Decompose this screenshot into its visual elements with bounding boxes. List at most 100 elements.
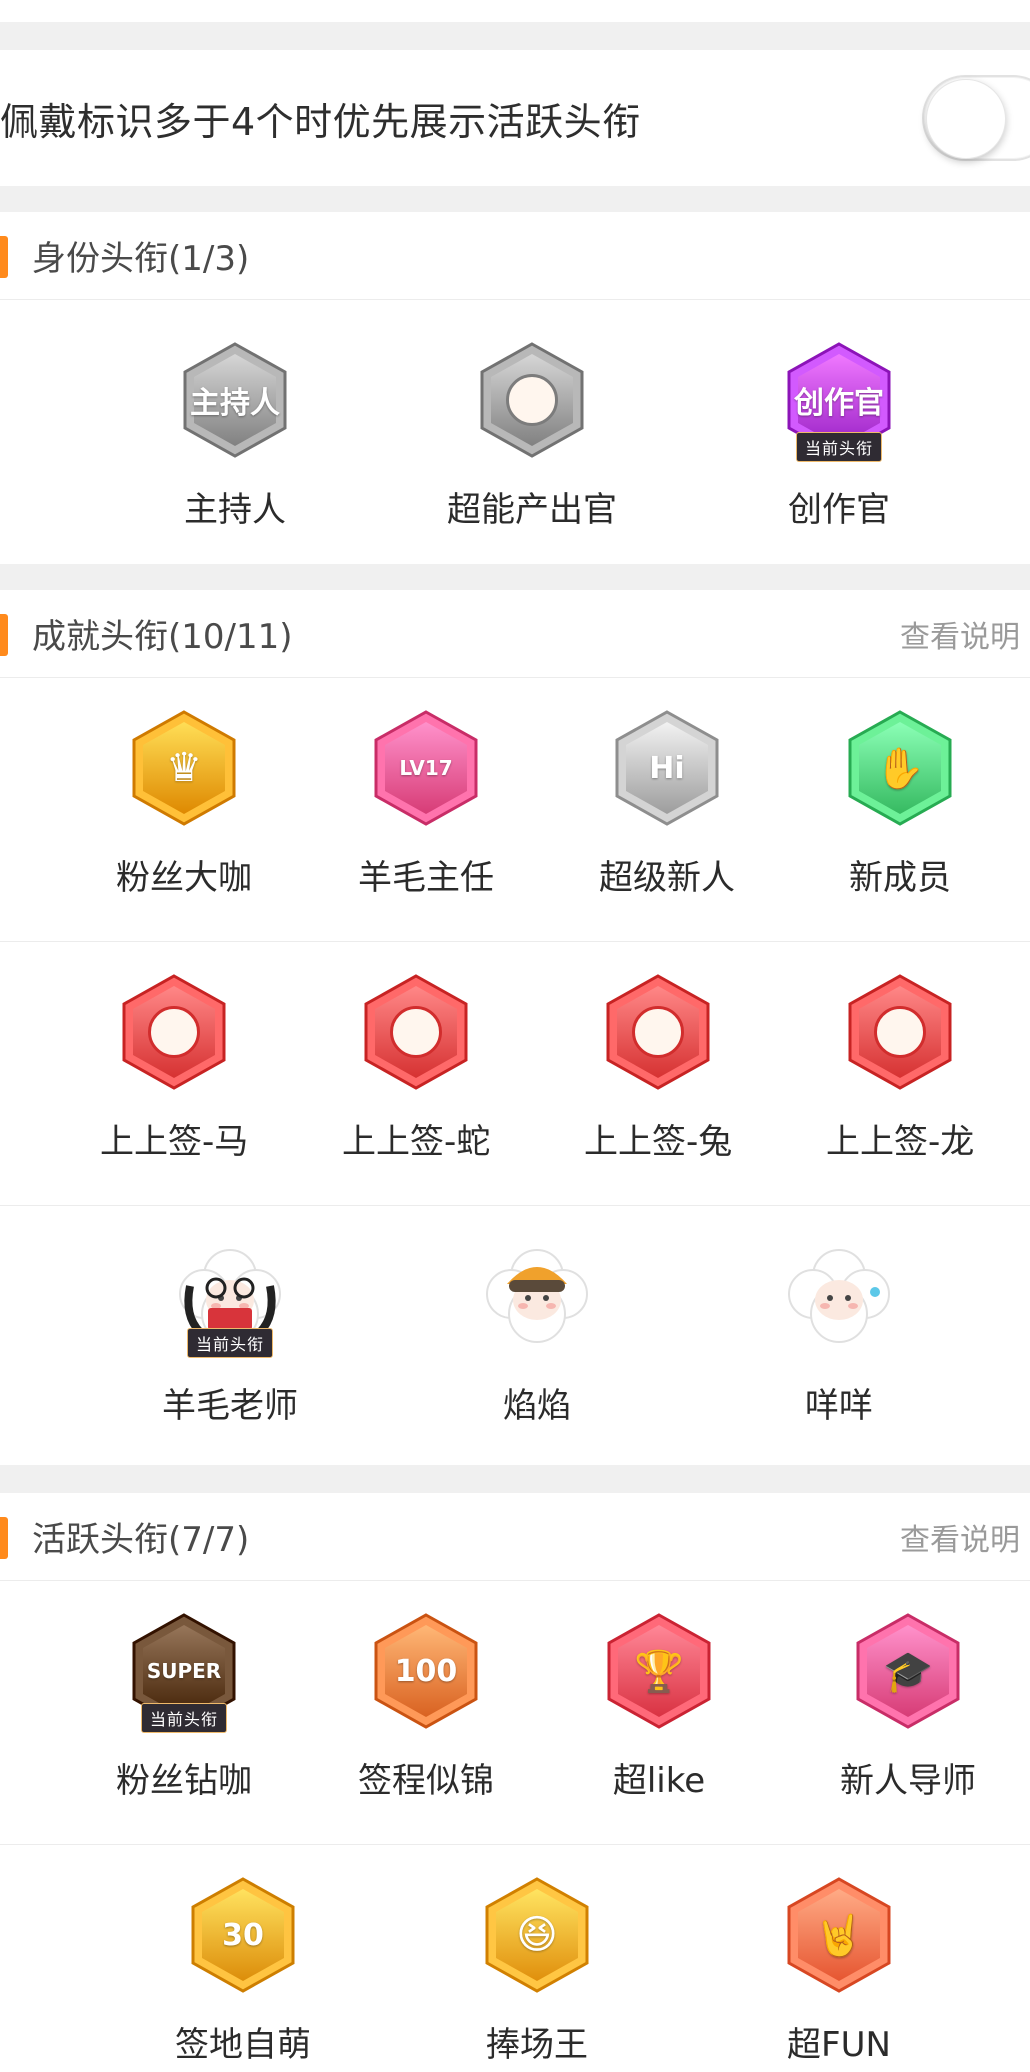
achievement-row-2: 上上签-马 上上签-蛇 上上签-兔 上上签-龙 [0,942,1030,1206]
avatar-illustration [486,1249,588,1343]
badge-item[interactable]: 🏆 超like [599,1611,719,1802]
badge-glyph: 😆 [516,1912,558,1958]
level-badge-icon: LV17 [366,708,486,828]
badge-item[interactable]: LV17 羊毛主任 [358,708,494,899]
badge-name: 羊毛老师 [162,1386,298,1426]
badge-item[interactable]: 主持人 主持人 [175,340,295,531]
identity-row: 主持人 主持人 超能产出官 创作官 当前头衔 创作官 [0,300,1030,564]
priority-toggle-switch[interactable] [922,75,1030,161]
badge-name: 上上签-龙 [826,1122,975,1162]
badge-item[interactable]: 🤘 超FUN [779,1875,899,2066]
mascot-badge-icon [472,340,592,460]
badge-item[interactable]: 100 签程似锦 [358,1611,494,1802]
badge-glyph [472,340,592,460]
badge-glyph: 30 [222,1917,264,1953]
badge-glyph: 🤘 [814,1912,864,1959]
current-title-tag: 当前头衔 [186,1328,274,1358]
badge-glyph: Hi [649,750,685,786]
cheer-badge-icon: 😆 [477,1875,597,1995]
crown-badge-icon: ♛ [124,708,244,828]
avatar-illustration [788,1249,890,1343]
graduation-cap-badge-icon: 🎓 [848,1611,968,1731]
identity-section: 身份头衔(1/3) 主持人 主持人 超能产出官 创作官 当前头衔 创作官 [0,212,1030,564]
badge-name: 超like [612,1761,706,1801]
badge-item[interactable]: 🎓 新人导师 [840,1611,976,1802]
active-section: 活跃头衔(7/7) 查看说明 SUPER 当前头衔 粉丝钻咖 100 签程似锦 🏆… [0,1493,1030,2072]
achievement-help-link[interactable]: 查看说明 [900,612,1030,656]
achievement-row-3: 当前头衔 羊毛老师 焰焰 咩咩 [0,1206,1030,1464]
rabbit-badge-icon [598,972,718,1092]
badge-name: 新人导师 [840,1761,976,1801]
top-strip [0,0,1030,22]
badge-item[interactable]: 焰焰 [477,1236,597,1427]
badge-name: 签地自萌 [175,2025,311,2065]
badge-name: 上上签-兔 [584,1122,733,1162]
badge-name: 焰焰 [503,1386,571,1426]
badge-glyph: 🎓 [883,1648,933,1695]
active-section-header: 活跃头衔(7/7) 查看说明 [0,1493,1030,1581]
sheep-helmet-avatar-icon [477,1236,597,1356]
achievement-section-header: 成就头衔(10/11) 查看说明 [0,590,1030,678]
badge-item[interactable]: 上上签-马 [100,972,248,1163]
badge-name: 上上签-马 [100,1122,249,1162]
section-accent-bar [0,1517,8,1559]
badge-glyph [598,972,718,1092]
active-row-2: 30 签地自萌 😆 捧场王 🤘 超FUN [0,1845,1030,2071]
badge-item[interactable]: 超能产出官 [447,340,617,531]
rock-hand-badge-icon: 🤘 [779,1875,899,1995]
badge-item[interactable]: 咩咩 [779,1236,899,1427]
badge-glyph: LV17 [399,756,453,780]
badge-item[interactable]: Hi 超级新人 [599,708,735,899]
snake-badge-icon [356,972,476,1092]
badge-item[interactable]: 当前头衔 羊毛老师 [162,1236,298,1427]
badge-item[interactable]: ✋ 新成员 [840,708,960,899]
badge-glyph [356,972,476,1092]
badge-item[interactable]: ♛ 粉丝大咖 [116,708,252,899]
badge-name: 粉丝大咖 [116,858,252,898]
current-title-tag: 当前头衔 [795,432,883,462]
badge-glyph: 主持人 [190,386,280,421]
badge-name: 新成员 [849,858,951,898]
badge-glyph [840,972,960,1092]
badge-name: 粉丝钻咖 [116,1761,252,1801]
achievement-section: 成就头衔(10/11) 查看说明 ♛ 粉丝大咖 LV17 羊毛主任 Hi 超级新… [0,590,1030,1465]
section-accent-bar [0,614,8,656]
horse-badge-icon [114,972,234,1092]
badge-glyph [114,972,234,1092]
badge-item[interactable]: 上上签-兔 [584,972,732,1163]
badge-item[interactable]: 创作官 当前头衔 创作官 [779,340,899,531]
badge-name: 超FUN [787,2025,891,2065]
badge-name: 签程似锦 [358,1761,494,1801]
current-title-tag: 当前头衔 [140,1703,228,1733]
badge-glyph: ♛ [166,745,202,791]
badge-item[interactable]: SUPER 当前头衔 粉丝钻咖 [116,1611,252,1802]
active-section-title: 活跃头衔(7/7) [32,1520,250,1560]
badge-item[interactable]: 上上签-龙 [826,972,974,1163]
identity-section-title: 身份头衔(1/3) [32,239,250,279]
badge-glyph: ✋ [875,745,925,792]
toggle-knob [926,79,1006,159]
priority-toggle-label: 佩戴标识多于4个时优先展示活跃头衔 [0,99,641,144]
identity-section-header: 身份头衔(1/3) [0,212,1030,300]
super-badge-icon: SUPER 当前头衔 [124,1611,244,1733]
dragon-badge-icon [840,972,960,1092]
days-100-badge-icon: 100 [366,1611,486,1731]
priority-toggle-row: 佩戴标识多于4个时优先展示活跃头衔 [0,50,1030,186]
days-30-badge-icon: 30 [183,1875,303,1995]
hi-badge-icon: Hi [607,708,727,828]
achievement-row-1: ♛ 粉丝大咖 LV17 羊毛主任 Hi 超级新人 ✋ 新成员 [0,678,1030,942]
badge-glyph: 🏆 [634,1648,684,1695]
badge-item[interactable]: 上上签-蛇 [342,972,490,1163]
trophy-badge-icon: 🏆 [599,1611,719,1731]
badge-name: 羊毛主任 [358,858,494,898]
achievement-section-title: 成就头衔(10/11) [32,617,293,657]
badge-name: 主持人 [184,490,286,530]
badge-item[interactable]: 😆 捧场王 [477,1875,597,2066]
hand-sign-badge-icon: 创作官 当前头衔 [779,340,899,462]
badge-name: 超级新人 [599,858,735,898]
badge-item[interactable]: 30 签地自萌 [175,1875,311,2066]
badge-name: 创作官 [788,490,890,530]
badge-name: 超能产出官 [447,490,617,530]
active-help-link[interactable]: 查看说明 [900,1515,1030,1559]
section-accent-bar [0,236,8,278]
